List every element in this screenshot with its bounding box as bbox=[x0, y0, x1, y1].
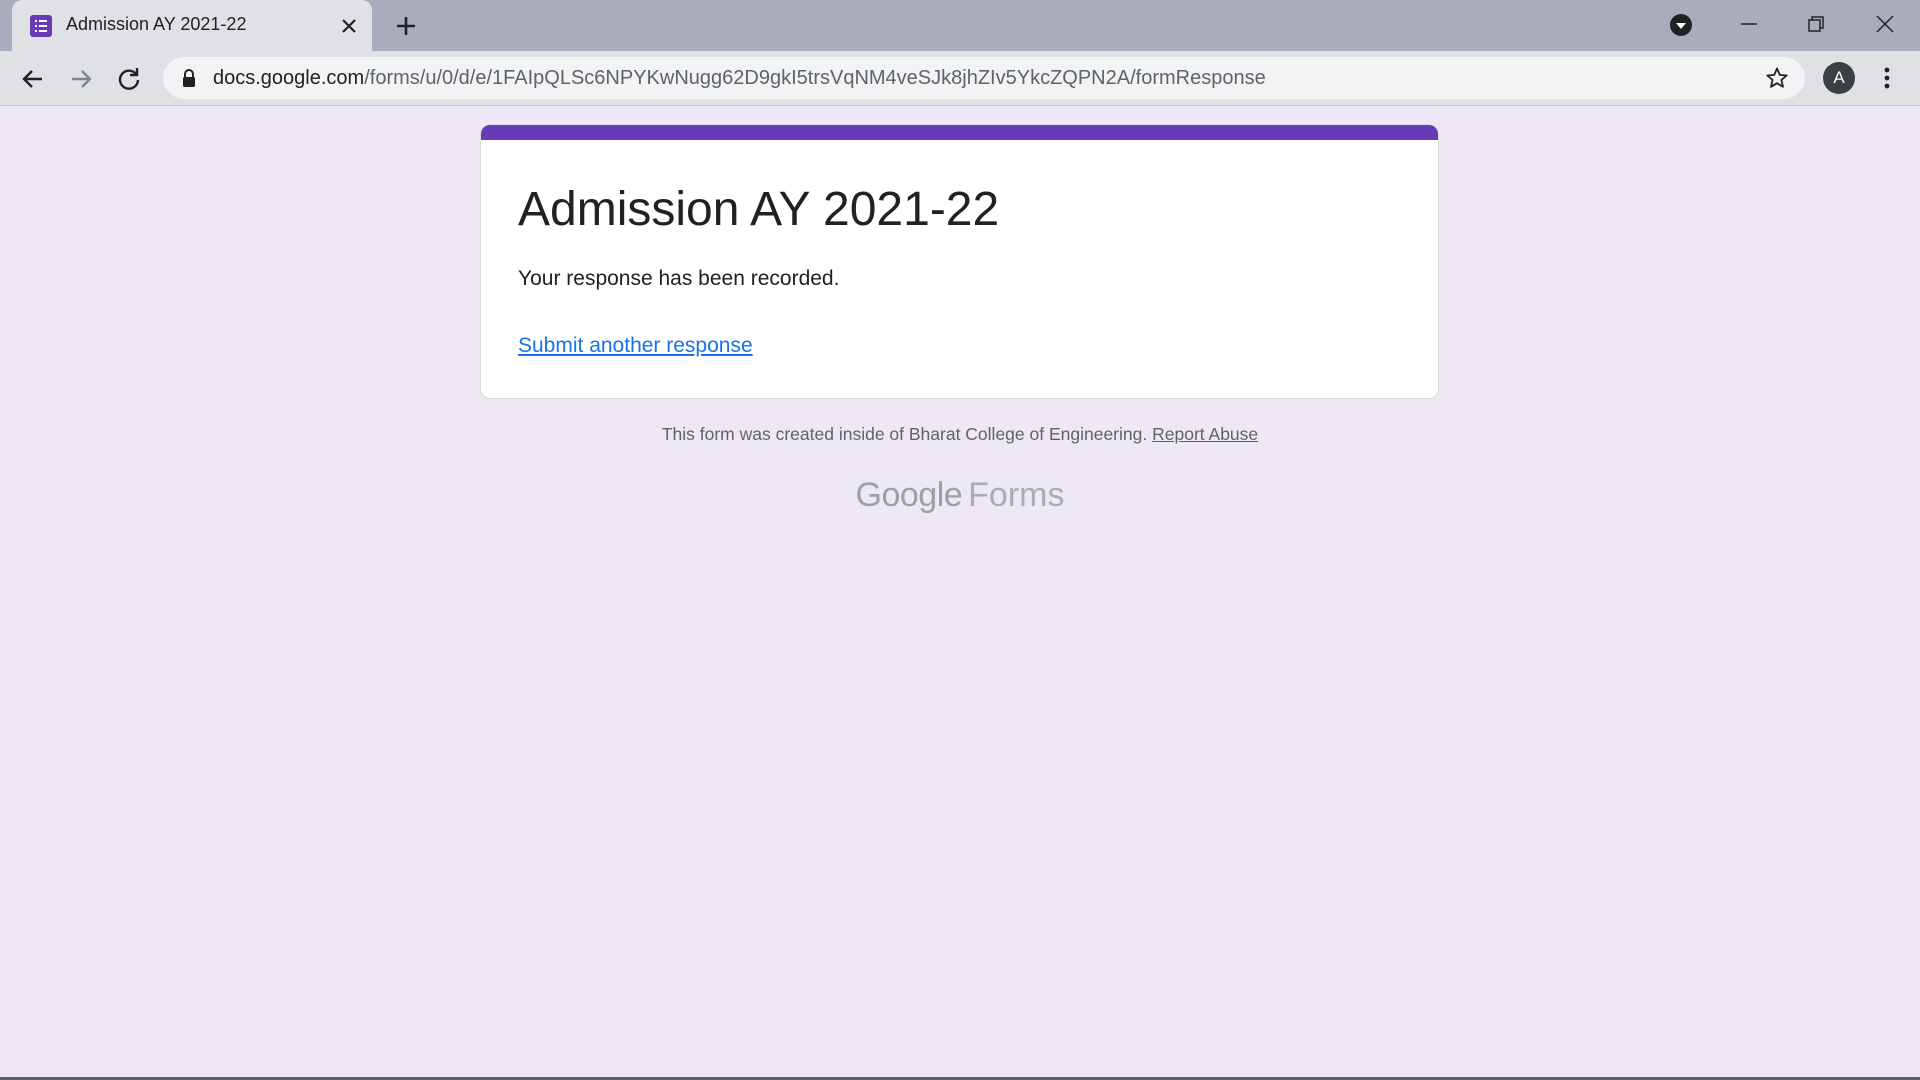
brand-google-text: Google bbox=[855, 476, 963, 514]
response-card: Admission AY 2021-22 Your response has b… bbox=[480, 124, 1439, 399]
minimize-icon[interactable] bbox=[1736, 12, 1762, 43]
url-host: docs.google.com bbox=[213, 67, 365, 89]
tab-search-icon[interactable] bbox=[1668, 12, 1694, 43]
new-tab-icon[interactable] bbox=[393, 13, 419, 39]
submit-another-response-link[interactable]: Submit another response bbox=[518, 334, 753, 358]
browser-tab[interactable]: Admission AY 2021-22 bbox=[12, 0, 372, 51]
address-bar[interactable]: docs.google.com/forms/u/0/d/e/1FAIpQLSc6… bbox=[163, 57, 1805, 99]
forms-favicon-icon bbox=[30, 15, 52, 37]
brand-forms-text: Forms bbox=[968, 476, 1065, 514]
footer-note: This form was created inside of Bharat C… bbox=[0, 424, 1920, 445]
tab-strip: Admission AY 2021-22 bbox=[0, 0, 1920, 51]
bookmark-star-icon[interactable] bbox=[1765, 66, 1789, 90]
google-forms-logo[interactable]: Google Forms bbox=[0, 476, 1920, 515]
browser-toolbar: docs.google.com/forms/u/0/d/e/1FAIpQLSc6… bbox=[0, 51, 1920, 106]
url-path: /forms/u/0/d/e/1FAIpQLSc6NPYKwNugg62D9gk… bbox=[364, 67, 1266, 89]
form-title: Admission AY 2021-22 bbox=[518, 183, 1000, 236]
lock-icon[interactable] bbox=[181, 68, 197, 88]
card-accent-bar bbox=[481, 125, 1438, 140]
close-tab-icon[interactable] bbox=[338, 15, 360, 37]
close-window-icon[interactable] bbox=[1872, 12, 1898, 43]
report-abuse-link[interactable]: Report Abuse bbox=[1152, 424, 1258, 444]
back-arrow-icon[interactable] bbox=[19, 65, 47, 93]
confirmation-message: Your response has been recorded. bbox=[518, 267, 840, 290]
url-text[interactable]: docs.google.com/forms/u/0/d/e/1FAIpQLSc6… bbox=[213, 67, 1266, 90]
more-menu-icon[interactable] bbox=[1875, 65, 1899, 91]
created-inside-note: This form was created inside of Bharat C… bbox=[661, 424, 1148, 444]
reload-icon[interactable] bbox=[115, 65, 143, 93]
tab-title: Admission AY 2021-22 bbox=[66, 14, 247, 34]
profile-avatar[interactable]: A bbox=[1823, 62, 1855, 94]
forward-arrow-icon[interactable] bbox=[67, 65, 95, 93]
restore-icon[interactable] bbox=[1803, 12, 1829, 43]
